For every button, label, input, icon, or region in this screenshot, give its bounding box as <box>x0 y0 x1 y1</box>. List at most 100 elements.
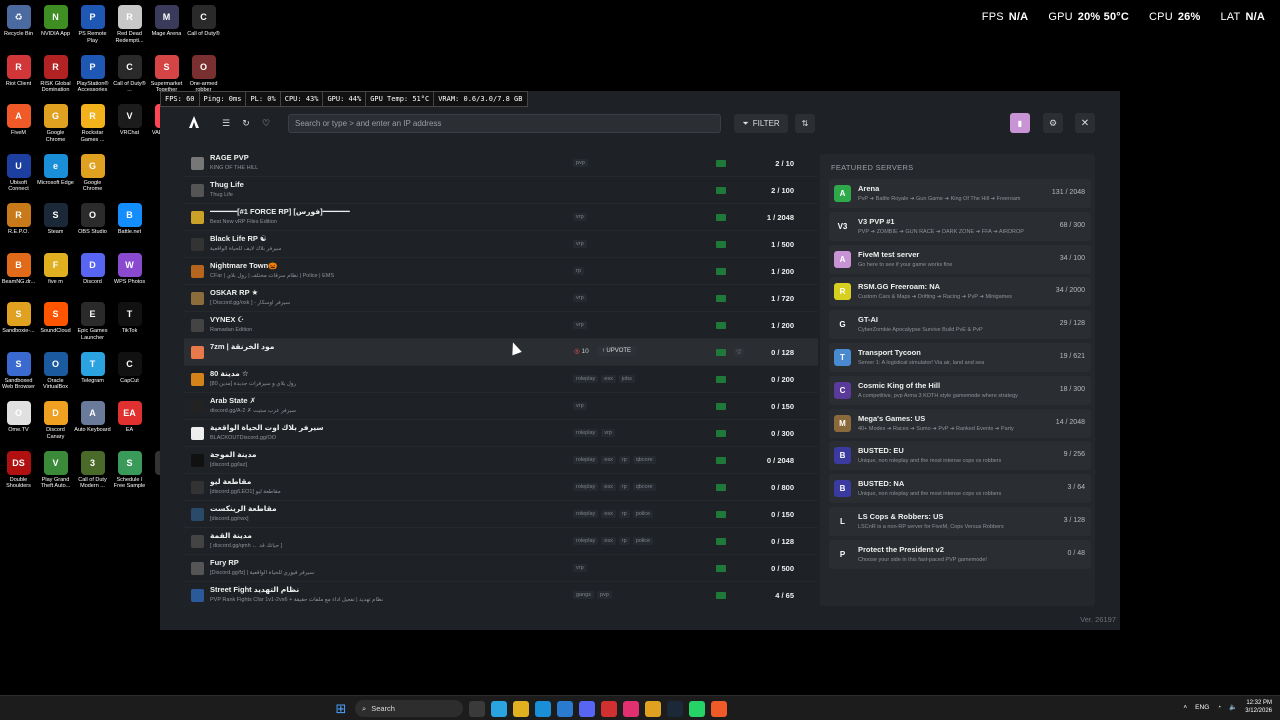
desktop-icon[interactable]: D Discord Canary <box>37 398 74 448</box>
server-tag[interactable]: vrp <box>573 240 587 248</box>
server-row[interactable]: Street Fight نظام التهديد PVP Rank Fights… <box>184 582 818 606</box>
desktop-icon[interactable]: C Call of Duty® ... <box>111 52 148 102</box>
desktop-icon[interactable]: R Riot Client <box>0 52 37 102</box>
desktop-icon[interactable]: G Google Chrome <box>37 101 74 151</box>
server-tag[interactable]: police <box>632 537 654 545</box>
favorite-heart-icon[interactable]: ♡ <box>734 348 744 357</box>
server-tag[interactable]: jobs <box>618 375 635 383</box>
server-row[interactable]: 7zm | مود الخرنقة ◎ 10 ↑ UPVOTE ♡ 0 / 128 <box>184 339 818 366</box>
desktop-icon[interactable]: S Schedule I Free Sample <box>111 448 148 498</box>
taskbar-app-icon[interactable] <box>491 700 507 717</box>
server-tag[interactable]: gangs <box>573 591 594 599</box>
featured-server-item[interactable]: P Protect the President v2 Choose your sid… <box>829 539 1091 569</box>
server-tag[interactable]: roleplay <box>573 483 599 491</box>
server-tag[interactable]: esx <box>601 483 616 491</box>
server-tag[interactable]: vrp <box>573 294 587 302</box>
featured-server-item[interactable]: V3 V3 PVP #1 PVP ➔ ZOMBIE ➔ GUN RACE ➔ DAR… <box>829 211 1091 241</box>
desktop-icon[interactable]: R RISK Global Domination <box>37 52 74 102</box>
desktop-icon[interactable]: P PlayStation® Accessories <box>74 52 111 102</box>
desktop-icon[interactable]: ♻ Recycle Bin <box>0 2 37 52</box>
server-tag[interactable]: vrp <box>573 213 587 221</box>
taskbar-clock[interactable]: 12:32 PM 3/12/2026 <box>1245 699 1272 715</box>
desktop-icon[interactable]: A Auto Keyboard <box>74 398 111 448</box>
server-tag[interactable]: vrp <box>573 564 587 572</box>
server-tag[interactable]: rp <box>618 456 630 464</box>
desktop-icon[interactable]: R Red Dead Redempti... <box>111 2 148 52</box>
server-tag[interactable]: rp <box>573 267 584 275</box>
fivem-logo-icon[interactable] <box>187 115 201 129</box>
server-row[interactable]: مدينة 80 ☆ رول بلاي و سيرفرات جديدة [مدين… <box>184 366 818 393</box>
desktop-icon[interactable]: DS Double Shoulders <box>0 448 37 498</box>
featured-server-item[interactable]: A FiveM test server Go here to see if your… <box>829 244 1091 274</box>
server-tag[interactable]: police <box>632 510 654 518</box>
desktop-icon[interactable]: S Sandboxed Web Browser <box>0 349 37 399</box>
desktop-icon[interactable]: A FiveM <box>0 101 37 151</box>
upvote-button[interactable]: ↑ UPVOTE <box>596 346 637 356</box>
featured-server-item[interactable]: L LS Cops & Robbers: US LSCnR is a non-RP … <box>829 507 1091 536</box>
desktop-icon[interactable]: N NVIDIA App <box>37 2 74 52</box>
taskbar-app-icon[interactable] <box>623 700 639 717</box>
sort-button[interactable]: ⇅ <box>795 114 815 133</box>
server-row[interactable]: Black Life RP ☯ سيرفر بلاك لايف للحياة ال… <box>184 231 818 258</box>
desktop-icon[interactable]: O Ome.TV <box>0 398 37 448</box>
start-button[interactable]: ⊞ <box>333 701 349 717</box>
volume-icon[interactable]: 🔈 <box>1229 703 1237 711</box>
server-row[interactable]: RAGE PVP KING OF THE HILL pvp 2 / 10 <box>184 150 818 177</box>
lang-indicator[interactable]: ENG <box>1195 704 1209 711</box>
server-row[interactable]: سيرفر بلاك اوت الحياة الواقعية BLACKOUTDi… <box>184 420 818 447</box>
desktop-icon[interactable]: E Epic Games Launcher <box>74 299 111 349</box>
desktop-icon[interactable]: B BeamNG.dr... <box>0 250 37 300</box>
taskbar-app-icon[interactable] <box>601 700 617 717</box>
server-tag[interactable]: roleplay <box>573 375 599 383</box>
settings-button[interactable]: ⚙ <box>1043 113 1063 133</box>
desktop-icon[interactable]: 3 Call of Duty Modern ... <box>74 448 111 498</box>
desktop-icon[interactable]: V VRChat <box>111 101 148 151</box>
desktop-icon[interactable]: D Discord <box>74 250 111 300</box>
server-tag[interactable]: esx <box>601 510 616 518</box>
server-row[interactable]: VYNEX ☪ Ramadan Edition vrp 1 / 200 <box>184 312 818 339</box>
filter-button[interactable]: ⏷ FILTER <box>734 114 788 133</box>
server-tag[interactable]: rp <box>618 510 630 518</box>
desktop-icon[interactable]: S SoundCloud <box>37 299 74 349</box>
profile-button[interactable]: ▮ <box>1010 113 1030 133</box>
fivem-taskbar-icon[interactable] <box>711 700 727 717</box>
server-row[interactable]: Fury RP [Discord.gg/fz] | سيرفر فيوري للح… <box>184 555 818 582</box>
server-tag[interactable]: esx <box>601 456 616 464</box>
desktop-icon[interactable]: C CapCut <box>111 349 148 399</box>
desktop-icon[interactable]: O OBS Studio <box>74 200 111 250</box>
server-row[interactable]: OSKAR RP ★ [ Discord.gg/osk ] - سيرفر اوس… <box>184 285 818 312</box>
server-tag[interactable]: pvp <box>597 591 612 599</box>
whatsapp-icon[interactable] <box>689 700 705 717</box>
desktop-icon[interactable]: G Google Chrome <box>74 151 111 201</box>
server-search-input[interactable] <box>288 114 721 133</box>
desktop-icon[interactable]: M Mage Arena <box>148 2 185 52</box>
server-tag[interactable]: vrp <box>573 402 587 410</box>
desktop-icon[interactable]: P PS Remote Play <box>74 2 111 52</box>
desktop-icon[interactable]: R Rockstar Games ... <box>74 101 111 151</box>
featured-server-item[interactable]: B BUSTED: EU Unique, non roleplay and the … <box>829 441 1091 471</box>
desktop-icon[interactable]: W WPS Photos <box>111 250 148 300</box>
server-row[interactable]: Arab State ✗ discord.gg/A-2 ✗ سيرفر عرب س… <box>184 393 818 420</box>
desktop-icon[interactable]: e Microsoft Edge <box>37 151 74 201</box>
server-tag[interactable]: esx <box>601 375 616 383</box>
server-row[interactable]: Thug Life Thug Life 2 / 100 <box>184 177 818 204</box>
favorites-heart-icon[interactable]: ♡ <box>258 115 274 131</box>
featured-server-item[interactable]: T Transport Tycoon Server 1: A logistical … <box>829 343 1091 372</box>
task-view-icon[interactable] <box>469 700 485 717</box>
server-tag[interactable]: roleplay <box>573 456 599 464</box>
server-tag[interactable]: rp <box>618 537 630 545</box>
history-icon[interactable]: ↻ <box>238 115 254 131</box>
mail-icon[interactable] <box>557 700 573 717</box>
server-tag[interactable]: vrp <box>601 429 615 437</box>
desktop-icon[interactable]: Ffive m <box>37 250 74 300</box>
featured-server-item[interactable]: M Mega's Games: US 40+ Modes ➔ Races ➔ Sum… <box>829 408 1091 438</box>
server-row[interactable]: مقاطعة ليو [discord.gg/LEO1] مقاطعة ليو ro… <box>184 474 818 501</box>
server-tag[interactable]: rp <box>618 483 630 491</box>
featured-server-item[interactable]: A Arena PvP ➔ Battle Royale ➔ Gun Game ➔ K… <box>829 179 1091 208</box>
desktop-icon[interactable]: V Play Grand Theft Auto... <box>37 448 74 498</box>
desktop-icon[interactable]: T Telegram <box>74 349 111 399</box>
desktop-icon[interactable]: EA EA <box>111 398 148 448</box>
desktop-icon[interactable]: T TikTok <box>111 299 148 349</box>
server-tag[interactable]: roleplay <box>573 429 599 437</box>
server-row[interactable]: مدينة القمة [ discord.gg/qmh ← حياتك قد ]… <box>184 528 818 555</box>
